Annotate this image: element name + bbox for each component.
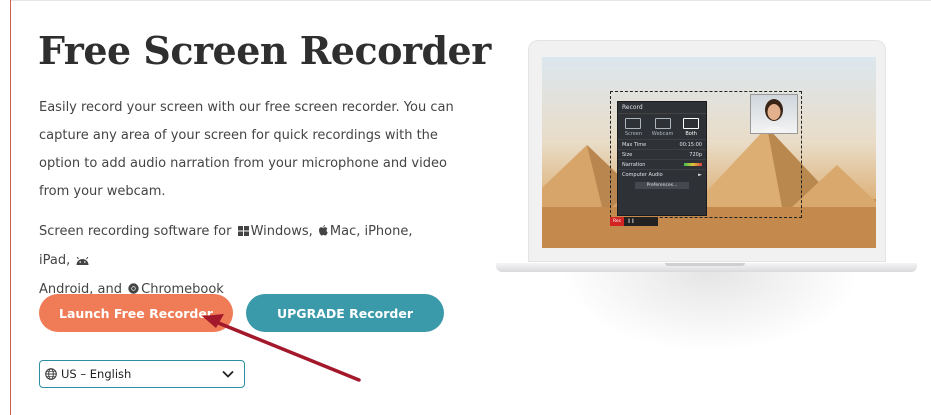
recorder-row-max-time: Max Time 00:15:00 [618,139,706,149]
top-divider [10,0,931,1]
chevron-down-icon [222,370,234,378]
pause-icon: ❙❙ [627,219,635,224]
recorder-row-value: 720p [689,151,702,158]
recorder-row-label: Size [622,151,633,158]
recorder-panel-title: Record [618,102,706,114]
recorder-tab-label: Screen [624,131,643,137]
preferences-button: Preferences... [635,182,689,189]
speaker-icon: ► [698,171,702,178]
recorder-tab-label: Both [685,131,697,137]
recorder-tab-webcam: Webcam [651,118,674,137]
globe-icon [45,368,57,380]
language-value: US – English [61,367,132,381]
rec-button: Rec [610,217,625,226]
page-title: Free Screen Recorder [38,28,491,73]
recorder-row-size: Size 720p [618,149,706,159]
recorder-row-label: Max Time [622,141,647,148]
person-avatar [759,99,789,133]
recorder-row-narration: Narration [618,159,706,169]
platform-list: Screen recording software for Windows, M… [39,218,439,305]
recorder-row-label: Narration [622,161,646,168]
windows-icon [237,219,249,247]
apple-icon [318,219,328,247]
upgrade-recorder-button[interactable]: UPGRADE Recorder [246,294,444,332]
launch-free-recorder-button[interactable]: Launch Free Recorder [39,294,233,332]
monitor-icon [625,118,642,129]
recording-toolbar: Rec ❙❙ [610,217,658,226]
laptop-notch [665,263,745,266]
platform-windows: Windows, [250,224,313,239]
page-description: Easily record your screen with our free … [39,100,454,199]
recorder-tab-label: Webcam [651,131,674,137]
recorder-panel: Record Screen Webcam Both Max Time 00:15:… [617,101,707,216]
monitor-webcam-icon [683,118,700,129]
left-accent-rule [10,0,11,415]
platform-prefix: Screen recording software for [39,224,232,239]
recorder-row-computer-audio: Computer Audio ► [618,169,706,179]
recorder-row-value: 00:15:00 [679,141,702,148]
laptop-shadow [560,272,860,352]
android-icon [76,248,89,276]
recorder-tab-both: Both [683,118,700,137]
language-select[interactable]: US – English [39,360,245,388]
webcam-preview [750,94,798,134]
recorder-tab-screen: Screen [625,118,642,137]
recorder-row-label: Computer Audio [622,171,663,178]
webcam-icon [654,118,671,129]
level-meter [684,162,702,166]
